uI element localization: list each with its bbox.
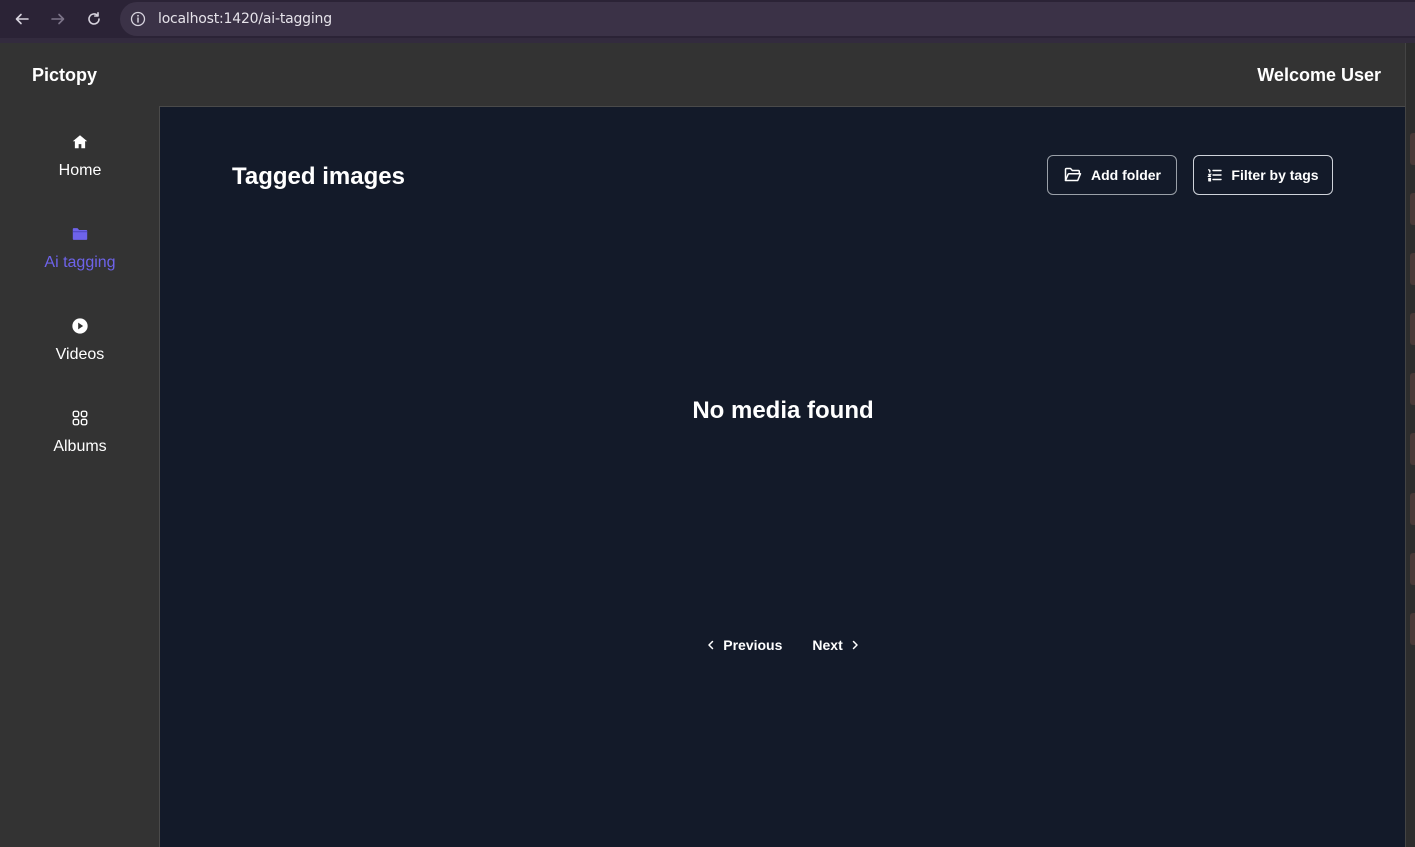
filter-by-tags-label: Filter by tags bbox=[1231, 167, 1319, 183]
reload-button[interactable] bbox=[76, 0, 112, 38]
edge-chip bbox=[1410, 253, 1415, 285]
edge-chip bbox=[1410, 133, 1415, 165]
edge-chip bbox=[1410, 433, 1415, 465]
sidebar-item-label: Ai tagging bbox=[44, 254, 116, 271]
back-button[interactable] bbox=[4, 0, 40, 38]
info-icon[interactable] bbox=[130, 11, 146, 27]
sidebar: Home Ai tagging Videos Albums bbox=[0, 107, 160, 847]
url-text[interactable]: localhost:1420/ai-tagging bbox=[158, 11, 332, 27]
page-title: Tagged images bbox=[232, 163, 405, 190]
main-content: Tagged images Add folder Filter by tags … bbox=[159, 106, 1405, 847]
previous-page-button[interactable]: Previous bbox=[705, 637, 782, 653]
edge-chip bbox=[1410, 193, 1415, 225]
window-edge-strip bbox=[1405, 43, 1415, 847]
forward-button[interactable] bbox=[40, 0, 76, 38]
next-page-button[interactable]: Next bbox=[812, 637, 860, 653]
chevron-left-icon bbox=[708, 640, 714, 650]
edge-chip bbox=[1410, 313, 1415, 345]
pagination: Previous Next bbox=[160, 637, 1406, 653]
sidebar-item-albums[interactable]: Albums bbox=[0, 408, 160, 478]
arrow-left-icon bbox=[15, 13, 29, 25]
edge-chip bbox=[1410, 613, 1415, 645]
chevron-right-icon bbox=[852, 640, 858, 650]
sidebar-item-videos[interactable]: Videos bbox=[0, 316, 160, 386]
reload-icon bbox=[88, 12, 100, 25]
browser-toolbar: localhost:1420/ai-tagging bbox=[0, 0, 1415, 38]
folder-icon bbox=[70, 224, 90, 244]
play-circle-icon bbox=[70, 316, 90, 336]
edge-chip bbox=[1410, 373, 1415, 405]
top-navbar: Pictopy Welcome User bbox=[0, 43, 1405, 107]
grid-icon bbox=[70, 408, 90, 428]
address-bar[interactable]: localhost:1420/ai-tagging bbox=[120, 2, 1415, 36]
home-icon bbox=[70, 132, 90, 152]
app-window: Pictopy Welcome User Home Ai tagging Vid… bbox=[0, 43, 1405, 847]
sidebar-item-label: Albums bbox=[53, 438, 107, 455]
add-folder-label: Add folder bbox=[1091, 167, 1161, 183]
welcome-text: Welcome User bbox=[1257, 65, 1381, 85]
folder-open-icon bbox=[1064, 167, 1082, 182]
list-filter-icon bbox=[1207, 169, 1223, 182]
sidebar-item-label: Videos bbox=[55, 346, 105, 363]
edge-chip bbox=[1410, 493, 1415, 525]
previous-label: Previous bbox=[723, 637, 783, 653]
sidebar-item-label: Home bbox=[58, 162, 102, 179]
sidebar-item-home[interactable]: Home bbox=[0, 132, 160, 202]
arrow-right-icon bbox=[51, 13, 65, 25]
filter-by-tags-button[interactable]: Filter by tags bbox=[1193, 155, 1333, 195]
sidebar-item-ai-tagging[interactable]: Ai tagging bbox=[0, 224, 160, 294]
add-folder-button[interactable]: Add folder bbox=[1047, 155, 1177, 195]
edge-chip bbox=[1410, 553, 1415, 585]
next-label: Next bbox=[812, 637, 843, 653]
brand-logo-text[interactable]: Pictopy bbox=[32, 65, 97, 86]
empty-state-text: No media found bbox=[692, 397, 874, 424]
